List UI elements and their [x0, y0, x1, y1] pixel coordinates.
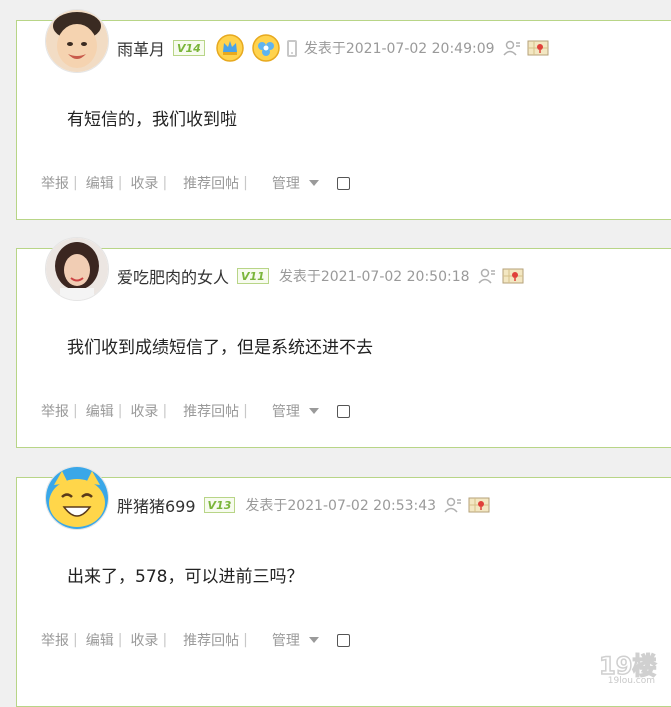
report-link[interactable]: 举报: [41, 173, 69, 193]
separator: |: [162, 632, 168, 648]
user-add-icon[interactable]: [477, 267, 496, 285]
post-actions: 举报 | 编辑 | 收录 | 推荐回帖 | 管理: [41, 173, 350, 193]
collect-link[interactable]: 收录: [130, 401, 158, 421]
manage-label: 管理: [271, 633, 300, 649]
edit-link[interactable]: 编辑: [86, 401, 114, 421]
username[interactable]: 胖猪猪699: [117, 493, 196, 517]
post-actions: 举报 | 编辑 | 收录 | 推荐回帖 | 管理: [41, 401, 350, 421]
user-add-icon[interactable]: [502, 39, 521, 57]
post-date: 发表于2021-07-02 20:49:09: [303, 41, 495, 57]
separator: |: [117, 632, 123, 648]
report-link[interactable]: 举报: [41, 401, 69, 421]
select-checkbox[interactable]: [336, 404, 350, 418]
separator: |: [117, 175, 123, 191]
report-link[interactable]: 举报: [41, 630, 69, 650]
level-badge: V 11: [237, 268, 269, 284]
edit-link[interactable]: 编辑: [86, 173, 114, 193]
location-map-icon[interactable]: [502, 267, 524, 285]
flower-medal-icon[interactable]: [251, 33, 281, 63]
separator: |: [73, 632, 78, 648]
select-checkbox[interactable]: [336, 633, 350, 647]
select-checkbox[interactable]: [336, 176, 350, 190]
post-3: 胖猪猪699 V 13 发表于2021-07-02 20:53:43 出来了，57…: [16, 466, 671, 707]
avatar[interactable]: [45, 466, 109, 530]
post-2: 爱吃肥肉的女人 V 11 发表于2021-07-02 20:50:18 我们收到成…: [16, 237, 671, 448]
manage-dropdown[interactable]: 管理: [272, 630, 319, 650]
post-content: 有短信的，我们收到啦: [67, 110, 237, 130]
separator: |: [243, 632, 248, 648]
manage-dropdown[interactable]: 管理: [272, 401, 319, 421]
location-map-icon[interactable]: [468, 496, 490, 514]
separator: |: [73, 403, 78, 419]
separator: |: [243, 403, 248, 419]
watermark-url: 19lou.com: [607, 676, 655, 686]
separator: |: [117, 403, 123, 419]
post-1: 雨革月 V 14 发表于2021-07-02 20:49:09 有短信的，我们收…: [16, 9, 671, 220]
manage-label: 管理: [271, 176, 300, 192]
site-watermark: 19楼 19lou.com: [595, 648, 665, 690]
separator: |: [73, 175, 78, 191]
recommend-reply-link[interactable]: 推荐回帖: [183, 173, 239, 193]
avatar[interactable]: [45, 237, 109, 301]
post-content: 出来了，578，可以进前三吗？: [67, 567, 304, 587]
manage-label: 管理: [271, 404, 300, 420]
username[interactable]: 爱吃肥肉的女人: [117, 264, 229, 288]
user-add-icon[interactable]: [444, 496, 462, 514]
level-badge: V 14: [173, 40, 205, 56]
mobile-phone-icon: [286, 39, 297, 57]
crown-medal-icon[interactable]: [215, 33, 245, 63]
recommend-reply-link[interactable]: 推荐回帖: [183, 630, 239, 650]
level-badge: V 13: [203, 497, 236, 513]
manage-dropdown[interactable]: 管理: [272, 173, 319, 193]
separator: |: [162, 403, 168, 419]
separator: |: [162, 175, 168, 191]
location-map-icon[interactable]: [527, 39, 549, 57]
username[interactable]: 雨革月: [117, 36, 165, 60]
post-actions: 举报 | 编辑 | 收录 | 推荐回帖 | 管理: [41, 630, 350, 650]
chevron-down-icon: [308, 637, 319, 643]
recommend-reply-link[interactable]: 推荐回帖: [183, 401, 239, 421]
avatar[interactable]: [45, 9, 109, 73]
edit-link[interactable]: 编辑: [86, 630, 114, 650]
collect-link[interactable]: 收录: [130, 630, 158, 650]
post-date: 发表于2021-07-02 20:53:43: [245, 498, 437, 514]
collect-link[interactable]: 收录: [130, 173, 158, 193]
separator: |: [243, 175, 248, 191]
post-content: 我们收到成绩短信了，但是系统还进不去: [67, 338, 373, 358]
chevron-down-icon: [308, 180, 319, 186]
chevron-down-icon: [308, 408, 319, 414]
post-date: 发表于2021-07-02 20:50:18: [278, 269, 470, 285]
